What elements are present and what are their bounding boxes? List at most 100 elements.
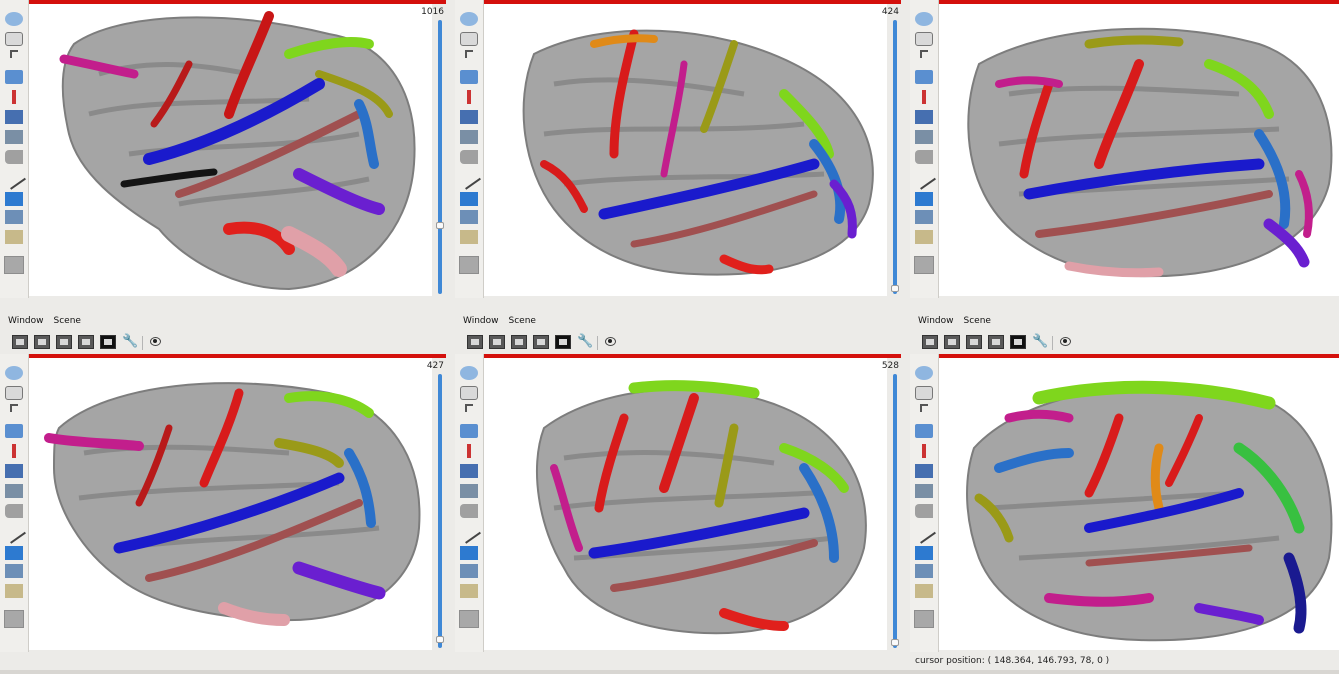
box-icon[interactable] bbox=[460, 192, 478, 206]
color-swatch[interactable] bbox=[4, 610, 24, 628]
landmark-icon[interactable] bbox=[5, 230, 23, 244]
color-swatch[interactable] bbox=[914, 256, 934, 274]
draw-line-icon[interactable] bbox=[912, 520, 936, 544]
view-lateral-button[interactable] bbox=[922, 335, 938, 349]
cut-icon[interactable] bbox=[5, 150, 23, 164]
menu-window[interactable]: Window bbox=[8, 316, 44, 326]
brain-viewport[interactable] bbox=[939, 358, 1339, 650]
layer-icon[interactable] bbox=[460, 564, 478, 578]
rotate-icon[interactable] bbox=[460, 366, 478, 380]
menu-scene[interactable]: Scene bbox=[54, 316, 81, 326]
eye-icon[interactable] bbox=[1060, 337, 1071, 346]
view-reset-button[interactable] bbox=[100, 335, 116, 349]
wrench-icon[interactable]: 🔧 bbox=[1032, 334, 1048, 349]
pen-icon[interactable] bbox=[467, 90, 471, 104]
box-icon[interactable] bbox=[5, 192, 23, 206]
nudge-icon[interactable] bbox=[460, 464, 478, 478]
view-ventral-button[interactable] bbox=[988, 335, 1004, 349]
landmark-icon[interactable] bbox=[5, 584, 23, 598]
view-reset-button[interactable] bbox=[555, 335, 571, 349]
depth-slider[interactable] bbox=[891, 20, 899, 294]
color-swatch[interactable] bbox=[459, 610, 479, 628]
depth-slider[interactable] bbox=[436, 20, 444, 294]
wrench-icon[interactable]: 🔧 bbox=[122, 334, 138, 349]
pan-icon[interactable] bbox=[5, 32, 23, 46]
menu-window[interactable]: Window bbox=[918, 316, 954, 326]
box-icon[interactable] bbox=[5, 546, 23, 560]
box-icon[interactable] bbox=[915, 546, 933, 560]
pan-icon[interactable] bbox=[460, 32, 478, 46]
view-lateral-button[interactable] bbox=[12, 335, 28, 349]
brain-viewport[interactable] bbox=[29, 358, 432, 650]
view-lateral-button[interactable] bbox=[467, 335, 483, 349]
rotate-icon[interactable] bbox=[5, 366, 23, 380]
pan-icon[interactable] bbox=[460, 386, 478, 400]
select-arrow-icon[interactable] bbox=[10, 50, 18, 58]
rotate-icon[interactable] bbox=[915, 12, 933, 26]
nudge-icon[interactable] bbox=[915, 464, 933, 478]
wrench-icon[interactable]: 🔧 bbox=[577, 334, 593, 349]
select-arrow-icon[interactable] bbox=[920, 404, 928, 412]
view-dorsal-button[interactable] bbox=[511, 335, 527, 349]
rotate-icon[interactable] bbox=[915, 366, 933, 380]
menu-scene[interactable]: Scene bbox=[964, 316, 991, 326]
cut-icon[interactable] bbox=[915, 150, 933, 164]
layer-icon[interactable] bbox=[915, 210, 933, 224]
menu-scene[interactable]: Scene bbox=[509, 316, 536, 326]
pan-icon[interactable] bbox=[915, 386, 933, 400]
view-medial-button[interactable] bbox=[489, 335, 505, 349]
cut-icon[interactable] bbox=[460, 150, 478, 164]
view-medial-button[interactable] bbox=[944, 335, 960, 349]
slider-handle[interactable] bbox=[436, 221, 444, 229]
layer-icon[interactable] bbox=[5, 564, 23, 578]
surface-view-icon[interactable] bbox=[460, 70, 478, 84]
view-dorsal-button[interactable] bbox=[56, 335, 72, 349]
slider-handle[interactable] bbox=[891, 284, 899, 292]
layer-icon[interactable] bbox=[5, 210, 23, 224]
landmark-icon[interactable] bbox=[915, 230, 933, 244]
box-icon[interactable] bbox=[915, 192, 933, 206]
eye-icon[interactable] bbox=[605, 337, 616, 346]
nudge-icon[interactable] bbox=[915, 110, 933, 124]
surface-view-icon[interactable] bbox=[915, 70, 933, 84]
menu-window[interactable]: Window bbox=[463, 316, 499, 326]
layer-icon[interactable] bbox=[915, 564, 933, 578]
crop-icon[interactable] bbox=[915, 484, 933, 498]
pen-icon[interactable] bbox=[467, 444, 471, 458]
crop-icon[interactable] bbox=[5, 130, 23, 144]
crop-icon[interactable] bbox=[5, 484, 23, 498]
surface-view-icon[interactable] bbox=[915, 424, 933, 438]
color-swatch[interactable] bbox=[4, 256, 24, 274]
view-ventral-button[interactable] bbox=[78, 335, 94, 349]
brain-viewport[interactable] bbox=[939, 4, 1339, 296]
view-dorsal-button[interactable] bbox=[966, 335, 982, 349]
color-swatch[interactable] bbox=[914, 610, 934, 628]
box-icon[interactable] bbox=[460, 546, 478, 560]
pan-icon[interactable] bbox=[5, 386, 23, 400]
pan-icon[interactable] bbox=[915, 32, 933, 46]
draw-line-icon[interactable] bbox=[2, 520, 26, 544]
select-arrow-icon[interactable] bbox=[465, 404, 473, 412]
landmark-icon[interactable] bbox=[460, 584, 478, 598]
cut-icon[interactable] bbox=[460, 504, 478, 518]
brain-viewport[interactable] bbox=[484, 358, 887, 650]
layer-icon[interactable] bbox=[460, 210, 478, 224]
brain-viewport[interactable] bbox=[29, 4, 432, 296]
nudge-icon[interactable] bbox=[5, 110, 23, 124]
pen-icon[interactable] bbox=[922, 444, 926, 458]
nudge-icon[interactable] bbox=[460, 110, 478, 124]
crop-icon[interactable] bbox=[460, 130, 478, 144]
landmark-icon[interactable] bbox=[915, 584, 933, 598]
pen-icon[interactable] bbox=[12, 90, 16, 104]
eye-icon[interactable] bbox=[150, 337, 161, 346]
view-reset-button[interactable] bbox=[1010, 335, 1026, 349]
pen-icon[interactable] bbox=[922, 90, 926, 104]
surface-view-icon[interactable] bbox=[5, 424, 23, 438]
pen-icon[interactable] bbox=[12, 444, 16, 458]
slider-handle[interactable] bbox=[891, 638, 899, 646]
depth-slider[interactable] bbox=[891, 374, 899, 648]
surface-view-icon[interactable] bbox=[5, 70, 23, 84]
select-arrow-icon[interactable] bbox=[465, 50, 473, 58]
view-medial-button[interactable] bbox=[34, 335, 50, 349]
slider-handle[interactable] bbox=[436, 635, 444, 643]
